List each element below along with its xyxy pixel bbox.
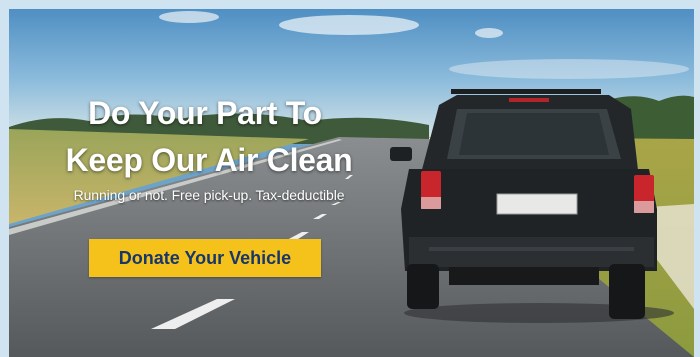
hero-title-line-2: Keep Our Air Clean	[65, 142, 353, 178]
hero-background-photo	[9, 9, 694, 357]
hero-subtitle: Running or not. Free pick-up. Tax-deduct…	[73, 187, 345, 203]
hero-title-line-1: Do Your Part To	[88, 95, 322, 131]
hero-banner: Do Your Part To Keep Our Air Clean Runni…	[9, 9, 694, 357]
donate-vehicle-button-label: Donate Your Vehicle	[118, 247, 292, 268]
donate-vehicle-button[interactable]: Donate Your Vehicle	[89, 239, 321, 277]
